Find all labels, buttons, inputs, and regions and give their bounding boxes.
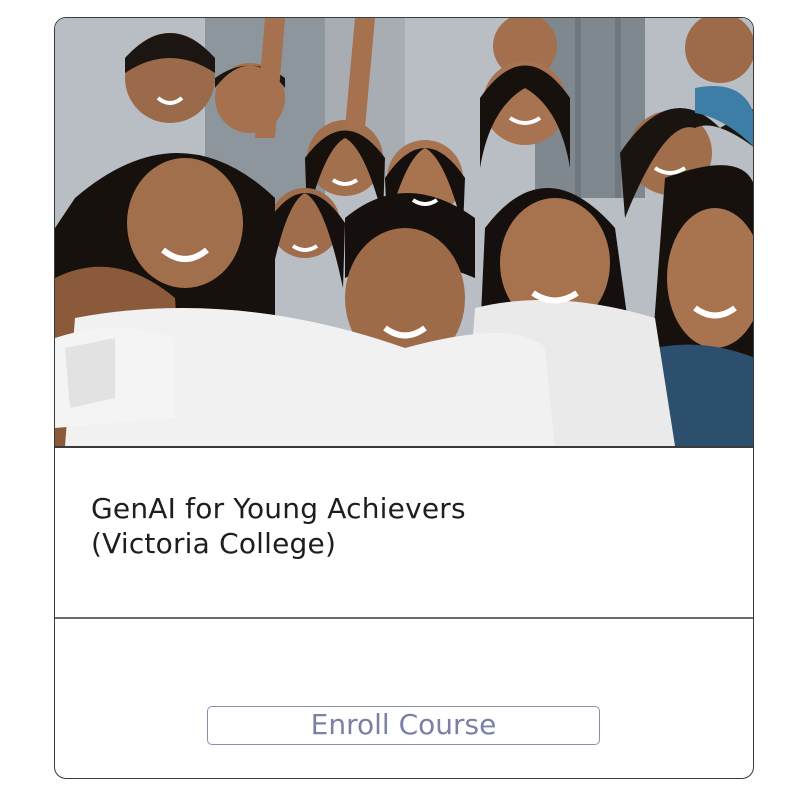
course-subtitle: (Victoria College)	[91, 527, 337, 560]
course-title: GenAI for Young Achievers	[91, 492, 466, 525]
course-hero-image	[55, 18, 753, 446]
enroll-course-button[interactable]: Enroll Course	[207, 706, 600, 745]
course-title-area: GenAI for Young Achievers (Victoria Coll…	[55, 448, 753, 617]
students-selfie-illustration	[55, 18, 753, 446]
card-divider	[55, 617, 753, 619]
course-card[interactable]: GenAI for Young Achievers (Victoria Coll…	[54, 17, 754, 779]
